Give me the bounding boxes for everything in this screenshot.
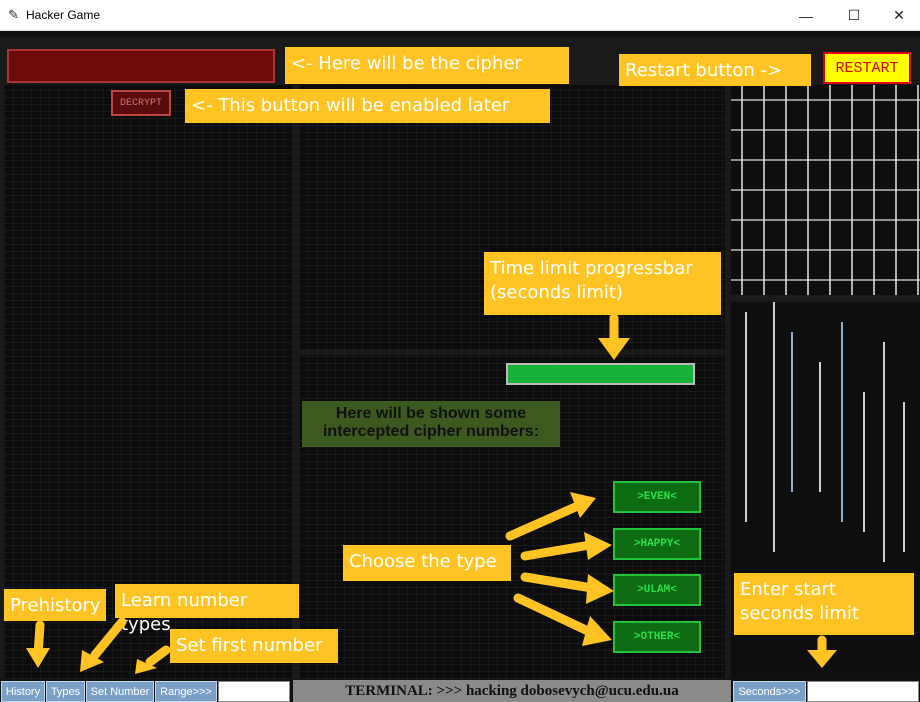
note-cipher: <- Here will be the cipher bbox=[285, 47, 569, 84]
progressbar-fill bbox=[508, 365, 693, 383]
window-title: Hacker Game bbox=[26, 8, 101, 22]
set-number-button[interactable]: Set Number bbox=[86, 681, 154, 702]
types-button[interactable]: Types bbox=[46, 681, 85, 702]
range-button[interactable]: Range>>> bbox=[155, 681, 217, 702]
ulam-button[interactable]: >ULAM< bbox=[613, 574, 701, 606]
feather-icon: ✎ bbox=[8, 7, 19, 22]
note-decrypt: <- This button will be enabled later bbox=[185, 89, 550, 123]
history-button[interactable]: History bbox=[1, 681, 45, 702]
seconds-input[interactable] bbox=[807, 681, 919, 702]
maximize-button[interactable]: ☐ bbox=[831, 0, 877, 31]
note-prehistory: Prehistory bbox=[4, 589, 106, 621]
seconds-button[interactable]: Seconds>>> bbox=[733, 681, 806, 702]
other-button[interactable]: >OTHER< bbox=[613, 621, 701, 653]
intercepted-numbers-label: Here will be shown some intercepted ciph… bbox=[302, 401, 560, 447]
close-button[interactable]: ✕ bbox=[876, 0, 920, 31]
note-learn: Learn number types bbox=[115, 584, 299, 635]
cipher-display bbox=[7, 49, 275, 83]
restart-button[interactable]: RESTART bbox=[823, 52, 911, 84]
note-restart: Restart button -> bbox=[619, 54, 811, 86]
happy-button[interactable]: >HAPPY< bbox=[613, 528, 701, 560]
note-seconds: Enter start seconds limit bbox=[734, 573, 914, 635]
time-limit-progressbar bbox=[506, 363, 695, 385]
decrypt-button[interactable]: DECRYPT bbox=[111, 90, 171, 116]
minimize-button[interactable]: — bbox=[783, 0, 829, 31]
range-input[interactable] bbox=[218, 681, 290, 702]
terminal-label: TERMINAL: >>> hacking dobosevych@ucu.edu… bbox=[293, 680, 731, 702]
note-set-first: Set first number bbox=[170, 629, 338, 663]
note-choose: Choose the type bbox=[343, 545, 511, 581]
maze-panel bbox=[731, 85, 920, 295]
window-titlebar: ✎ Hacker Game — ☐ ✕ bbox=[0, 0, 920, 31]
note-progressbar: Time limit progressbar (seconds limit) bbox=[484, 252, 721, 315]
even-button[interactable]: >EVEN< bbox=[613, 481, 701, 513]
